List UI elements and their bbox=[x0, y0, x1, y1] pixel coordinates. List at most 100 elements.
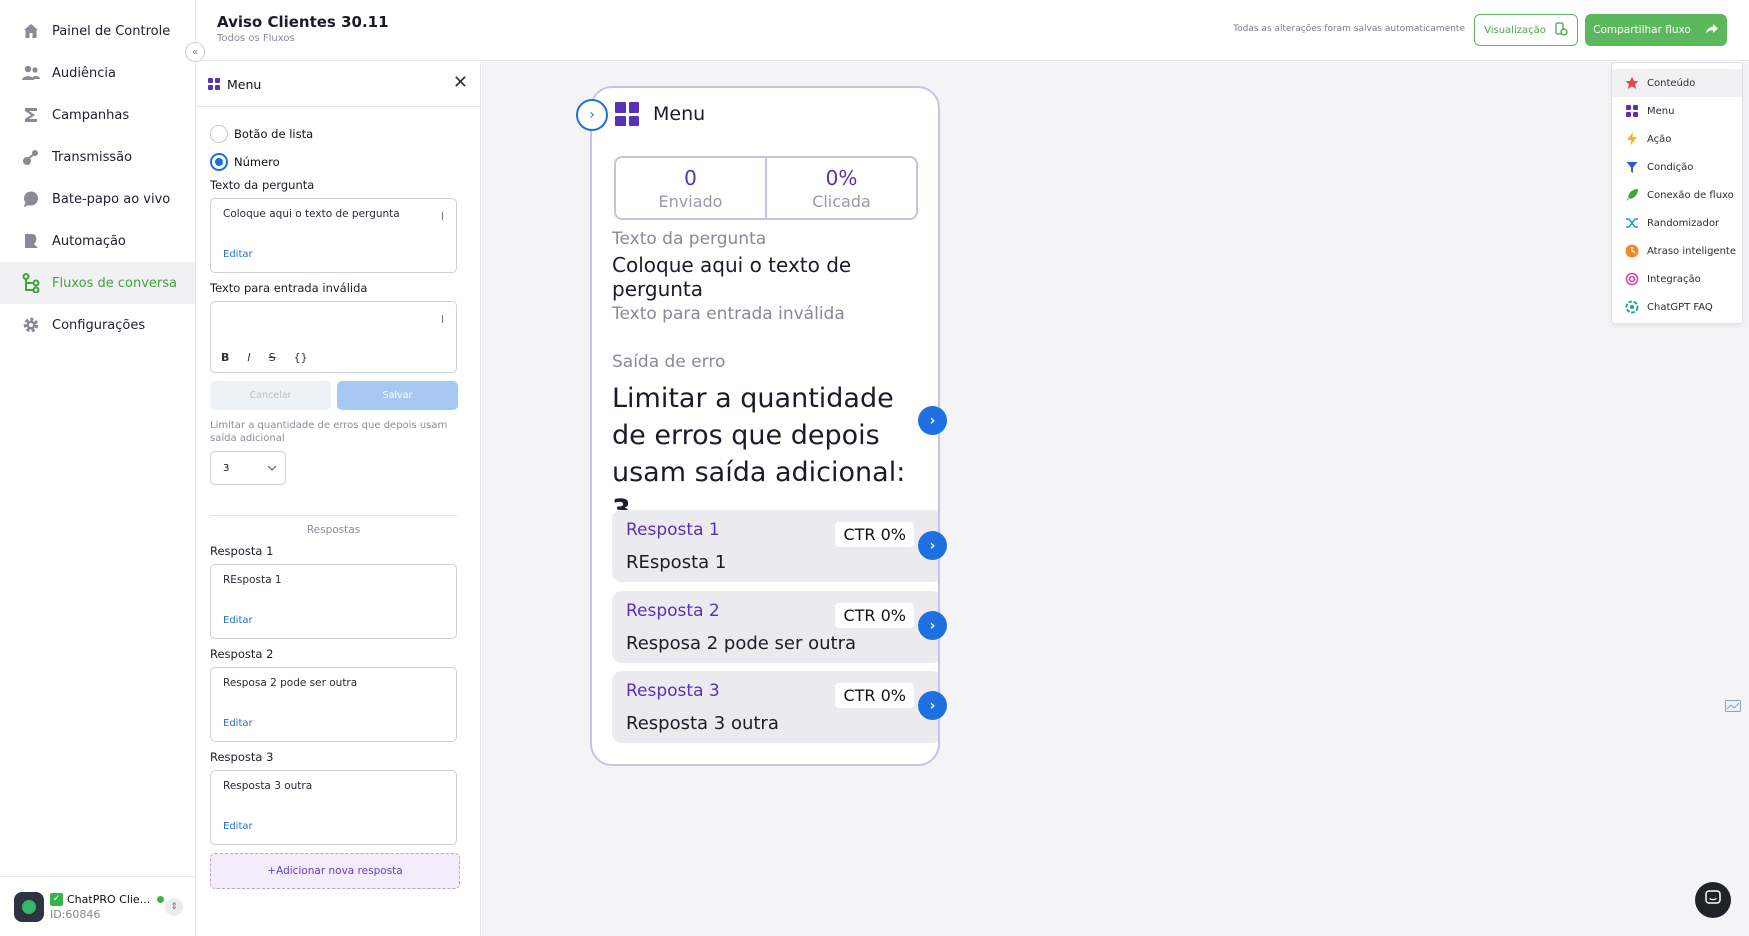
preview-button[interactable]: Visualização bbox=[1474, 14, 1578, 46]
chevron-down-icon bbox=[267, 463, 277, 474]
error-limit-select[interactable]: 3 bbox=[210, 451, 286, 485]
chat-icon bbox=[20, 188, 42, 210]
palette-item-menu[interactable]: Menu bbox=[1612, 97, 1742, 125]
checkmark-icon: ✓ bbox=[50, 892, 63, 906]
format-toolbar: B I S {} bbox=[221, 351, 308, 364]
edit-link[interactable]: Editar bbox=[223, 615, 253, 626]
question-text-field[interactable]: Coloque aqui o texto de pergunta Editar bbox=[210, 198, 457, 273]
editor-header: Menu ✕ bbox=[196, 62, 480, 107]
stat-value: 0% bbox=[825, 166, 858, 190]
automation-icon bbox=[20, 230, 42, 252]
response-label: Resposta 3 bbox=[210, 750, 274, 764]
sidebar-item-conversation-flows[interactable]: Fluxos de conversa bbox=[0, 262, 195, 304]
radio-circle[interactable] bbox=[210, 125, 228, 143]
strikethrough-button[interactable]: S bbox=[269, 351, 276, 364]
palette-item-label: Condição bbox=[1647, 161, 1694, 173]
ctr-badge: CTR 0% bbox=[835, 603, 914, 628]
bold-button[interactable]: B bbox=[221, 351, 229, 364]
node-title: Menu bbox=[653, 103, 706, 125]
palette-item-label: Conteúdo bbox=[1647, 77, 1696, 89]
sidebar-item-dashboard[interactable]: Painel de Controle bbox=[0, 10, 195, 52]
save-button[interactable]: Salvar bbox=[337, 381, 458, 410]
sidebar-item-live-chat[interactable]: Bate-papo ao vivo bbox=[0, 178, 195, 220]
switch-account-icon[interactable]: ⇕ bbox=[165, 898, 183, 916]
chat-icon bbox=[1705, 890, 1721, 910]
radio-label: Número bbox=[234, 155, 280, 169]
palette-item-label: Atraso inteligente bbox=[1647, 245, 1736, 257]
flow-canvas[interactable]: › Menu 0 Enviado 0% Clicada Texto da per… bbox=[482, 62, 1749, 936]
edit-link[interactable]: Editar bbox=[223, 718, 253, 729]
users-icon bbox=[20, 62, 42, 84]
response-field[interactable]: Resposa 2 pode ser outra Editar bbox=[210, 667, 457, 742]
edit-link[interactable]: Editar bbox=[223, 821, 253, 832]
palette-item-condition[interactable]: Condição bbox=[1612, 153, 1742, 181]
add-response-button[interactable]: +Adicionar nova resposta bbox=[210, 853, 460, 889]
preview-button-label: Visualização bbox=[1484, 24, 1546, 36]
response-field[interactable]: Resposta 3 outra Editar bbox=[210, 770, 457, 845]
palette-item-label: Conexão de fluxo bbox=[1647, 189, 1734, 201]
palette-item-label: Integração bbox=[1647, 273, 1701, 285]
palette-item-label: Menu bbox=[1647, 105, 1675, 117]
node-error-text: Limitar a quantidade de erros que depois… bbox=[612, 380, 912, 528]
menu-grid-icon bbox=[208, 78, 220, 90]
palette-item-label: Ação bbox=[1647, 133, 1672, 145]
invalid-input-label: Texto para entrada inválida bbox=[210, 281, 368, 295]
italic-button[interactable]: I bbox=[247, 351, 250, 364]
palette-item-action[interactable]: Ação bbox=[1612, 125, 1742, 153]
ctr-badge: CTR 0% bbox=[835, 683, 914, 708]
gear-icon bbox=[20, 314, 42, 336]
radio-number[interactable]: Número bbox=[210, 148, 466, 176]
collapse-sidebar-button[interactable]: « bbox=[185, 42, 205, 62]
response-field[interactable]: REsposta 1 Editar bbox=[210, 564, 457, 639]
response-label: Resposta 1 bbox=[210, 544, 274, 558]
lightning-icon bbox=[1624, 132, 1639, 147]
variable-button[interactable]: {} bbox=[294, 351, 308, 364]
response-2-output-handle[interactable]: › bbox=[918, 611, 947, 640]
stat-label: Clicada bbox=[812, 192, 871, 211]
campaign-icon bbox=[20, 104, 42, 126]
sidebar-item-campaigns[interactable]: Campanhas bbox=[0, 94, 195, 136]
palette-item-label: Randomizador bbox=[1647, 217, 1720, 229]
sidebar-item-broadcast[interactable]: Transmissão bbox=[0, 136, 195, 178]
radio-circle-selected[interactable] bbox=[210, 153, 228, 171]
sidebar-item-automation[interactable]: Automação bbox=[0, 220, 195, 262]
response-card[interactable]: Resposta 2 CTR 0% Resposa 2 pode ser out… bbox=[612, 591, 938, 663]
minimap-icon[interactable] bbox=[1725, 700, 1743, 714]
palette-item-smart-delay[interactable]: Atraso inteligente bbox=[1612, 237, 1742, 265]
response-label: Resposta 2 bbox=[210, 647, 274, 661]
palette-item-integration[interactable]: Integração bbox=[1612, 265, 1742, 293]
integration-icon bbox=[1624, 272, 1639, 287]
sidebar-item-audience[interactable]: Audiência bbox=[0, 52, 195, 94]
response-value: REsposta 1 bbox=[223, 574, 282, 586]
response-card[interactable]: Resposta 1 CTR 0% REsposta 1 bbox=[612, 510, 938, 582]
palette-item-flow-connection[interactable]: Conexão de fluxo bbox=[1612, 181, 1742, 209]
sidebar-nav: Painel de Controle Audiência Campanhas T… bbox=[0, 0, 195, 346]
response-value: Resposta 3 outra bbox=[223, 780, 313, 792]
palette-item-content[interactable]: Conteúdo bbox=[1612, 69, 1742, 97]
palette-item-randomizer[interactable]: Randomizador bbox=[1612, 209, 1742, 237]
node-input-handle[interactable]: › bbox=[576, 99, 608, 131]
account-switcher[interactable]: ✓ ChatPRO Clie... ID:60846 ⇕ bbox=[0, 876, 195, 936]
node-invalid-label: Texto para entrada inválida bbox=[612, 304, 845, 324]
response-3-output-handle[interactable]: › bbox=[918, 691, 947, 720]
breadcrumb[interactable]: Todos os Fluxos bbox=[217, 33, 295, 44]
edit-link[interactable]: Editar bbox=[223, 249, 253, 260]
response-1-output-handle[interactable]: › bbox=[918, 531, 947, 560]
cancel-button[interactable]: Cancelar bbox=[210, 381, 331, 410]
response-card[interactable]: Resposta 3 CTR 0% Resposta 3 outra bbox=[612, 671, 938, 743]
share-flow-button[interactable]: Compartilhar fluxo bbox=[1585, 14, 1727, 46]
broadcast-icon bbox=[20, 146, 42, 168]
sidebar-item-label: Painel de Controle bbox=[52, 23, 171, 39]
response-text: REsposta 1 bbox=[626, 552, 727, 573]
error-output-handle[interactable]: › bbox=[918, 406, 947, 435]
support-chat-button[interactable] bbox=[1695, 882, 1731, 918]
menu-node[interactable]: Menu 0 Enviado 0% Clicada Texto da pergu… bbox=[590, 86, 940, 766]
palette-item-chatgpt-faq[interactable]: ChatGPT FAQ bbox=[1612, 293, 1742, 321]
sidebar-item-settings[interactable]: Configurações bbox=[0, 304, 195, 346]
sidebar-item-label: Transmissão bbox=[52, 149, 133, 165]
block-palette: Conteúdo Menu Ação Condição Conexão de f… bbox=[1611, 62, 1743, 324]
invalid-input-field[interactable]: B I S {} bbox=[210, 301, 457, 373]
filter-icon bbox=[1624, 160, 1639, 175]
radio-list-button[interactable]: Botão de lista bbox=[210, 120, 466, 148]
close-icon[interactable]: ✕ bbox=[453, 74, 468, 92]
